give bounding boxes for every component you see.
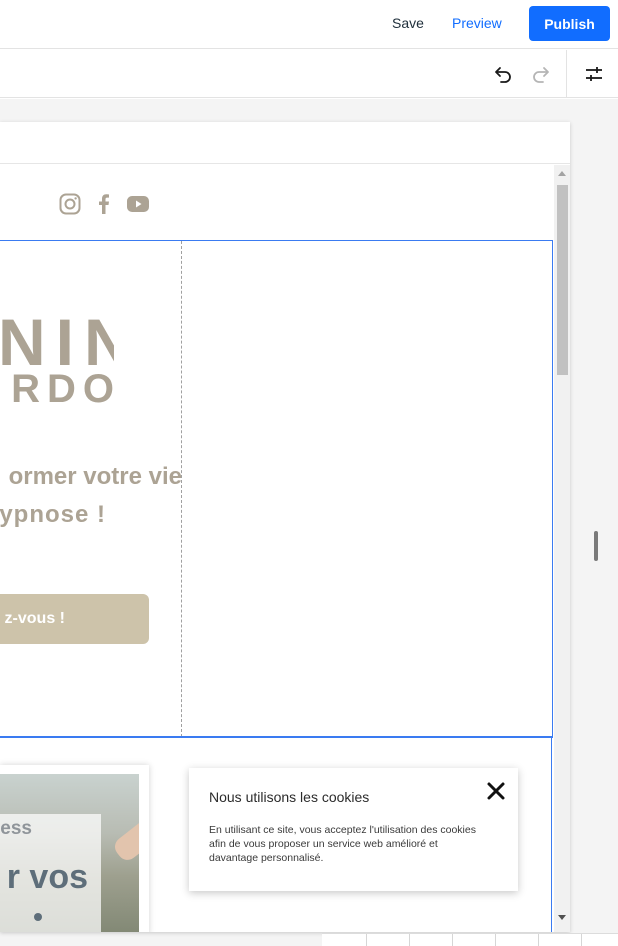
site-page-frame: NINE RDO ormer votre vie ypnose ! z-vous… bbox=[0, 122, 570, 932]
site-scrollbar[interactable] bbox=[554, 165, 570, 932]
scroll-thumb[interactable] bbox=[557, 185, 568, 375]
hero-tagline-line2: ypnose ! bbox=[0, 501, 106, 528]
undo-icon[interactable] bbox=[494, 64, 514, 84]
logo-surname-line: RDO bbox=[11, 367, 114, 411]
cookie-banner[interactable]: Nous utilisons les cookies En utilisant … bbox=[189, 768, 518, 891]
bottom-ruler bbox=[322, 933, 618, 946]
service-card[interactable]: ess r vos bbox=[0, 765, 149, 932]
toolbar-divider bbox=[566, 50, 567, 98]
section-selection-border bbox=[0, 736, 553, 738]
sliders-icon[interactable] bbox=[584, 64, 604, 84]
card-heading: r vos bbox=[6, 858, 88, 896]
hero-section[interactable]: NINE RDO ormer votre vie ypnose ! z-vous… bbox=[0, 240, 553, 738]
redo-icon[interactable] bbox=[530, 64, 550, 84]
card-image-detail bbox=[110, 808, 139, 864]
cta-button[interactable]: z-vous ! bbox=[0, 594, 149, 644]
logo-name-line: NINE bbox=[0, 309, 114, 375]
site-preview[interactable]: NINE RDO ormer votre vie ypnose ! z-vous… bbox=[0, 165, 554, 932]
cookie-title: Nous utilisons les cookies bbox=[209, 789, 370, 805]
card-tag: ess bbox=[0, 818, 32, 839]
publish-button[interactable]: Publish bbox=[529, 6, 610, 41]
scroll-down-arrow[interactable] bbox=[558, 915, 566, 920]
card-text-fragment bbox=[34, 913, 42, 921]
section-selection-border-right bbox=[551, 738, 552, 932]
hero-tagline-line1: ormer votre vie bbox=[8, 463, 182, 490]
cookie-body: En utilisant ce site, vous acceptez l'ut… bbox=[209, 824, 476, 864]
facebook-icon[interactable] bbox=[92, 192, 116, 216]
editor-toolbar bbox=[0, 50, 618, 98]
youtube-icon[interactable] bbox=[126, 192, 150, 216]
scroll-up-arrow[interactable] bbox=[558, 171, 566, 176]
page-header-strip bbox=[0, 122, 570, 164]
preview-button[interactable]: Preview bbox=[452, 15, 502, 31]
save-button[interactable]: Save bbox=[392, 15, 424, 31]
close-icon[interactable] bbox=[486, 781, 506, 801]
panel-resize-handle[interactable] bbox=[594, 531, 598, 561]
editor-top-bar: Save Preview Publish bbox=[0, 0, 618, 49]
instagram-icon[interactable] bbox=[58, 192, 82, 216]
